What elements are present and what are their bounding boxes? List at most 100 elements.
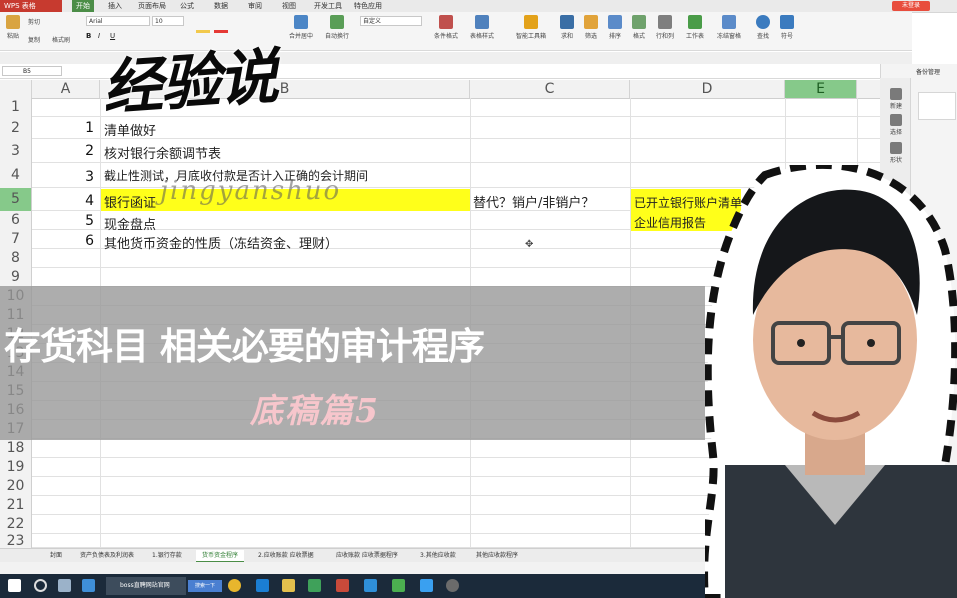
sheet-tab-receivables[interactable]: 2.应收账款 应收票据	[252, 550, 320, 561]
search-circle-icon[interactable]	[34, 579, 47, 592]
sheet-tab-cover[interactable]: 封面	[44, 550, 68, 561]
windows-start-icon[interactable]	[8, 579, 21, 592]
rows-cols-icon	[658, 15, 672, 29]
row-header[interactable]: 5	[0, 188, 32, 211]
row-header[interactable]: 23	[0, 534, 32, 548]
folder-icon[interactable]	[282, 579, 295, 592]
find-button[interactable]: 查找	[752, 14, 774, 46]
column-header-a[interactable]: A	[32, 80, 100, 98]
browser-taskbar-item[interactable]: boss直聘网站官网	[106, 577, 186, 595]
wrap-text-button[interactable]: 自动换行	[320, 14, 354, 46]
bold-button[interactable]: B	[86, 32, 91, 40]
menu-tab-page-layout[interactable]: 页面布局	[134, 0, 170, 12]
worksheet-icon	[688, 15, 702, 29]
conditional-format-icon	[439, 15, 453, 29]
task-view-icon[interactable]	[58, 579, 71, 592]
wps-app-badge[interactable]: WPS 表格	[0, 0, 62, 12]
column-header-e[interactable]: E	[785, 80, 857, 98]
wps-taskbar-icon[interactable]	[308, 579, 321, 592]
rows-cols-button[interactable]: 行和列	[652, 14, 678, 46]
row-header[interactable]: 19	[0, 458, 32, 477]
sheet-tab-bank-deposit[interactable]: 1.银行存款	[146, 550, 188, 561]
italic-button[interactable]: I	[98, 32, 100, 40]
row-header[interactable]: 7	[0, 230, 32, 249]
sheet-tab-other-receivables-procedure[interactable]: 其他应收款程序	[470, 550, 524, 561]
conditional-format-button[interactable]: 条件格式	[430, 14, 462, 46]
row-header[interactable]: 20	[0, 477, 32, 496]
sigma-icon	[560, 15, 574, 29]
row-header[interactable]: 9	[0, 268, 32, 287]
menu-tab-developer[interactable]: 开发工具	[310, 0, 346, 12]
table-style-button[interactable]: 表格样式	[466, 14, 498, 46]
row-header[interactable]: 2	[0, 117, 32, 139]
number-format-select[interactable]: 自定义	[360, 16, 422, 26]
sheet-tab-other-receivables[interactable]: 3.其他应收款	[414, 550, 462, 561]
row-header[interactable]: 4	[0, 163, 32, 188]
wrap-icon	[330, 15, 344, 29]
smart-toolbox-button[interactable]: 智能工具箱	[512, 14, 550, 46]
copy-button[interactable]: 复制	[28, 35, 40, 44]
sheet-tab-balance-sheet[interactable]: 资产负债表及利润表	[74, 550, 140, 561]
font-size-select[interactable]: 10	[152, 16, 184, 26]
cell-a2: 1	[85, 120, 94, 136]
cell-a4: 3	[85, 169, 94, 185]
freeze-panes-button[interactable]: 冻结窗格	[712, 14, 746, 46]
row-header[interactable]: 6	[0, 211, 32, 230]
right-panel-title: 备份管理	[916, 69, 941, 76]
row-header[interactable]: 21	[0, 496, 32, 515]
menu-tab-home[interactable]: 开始	[72, 0, 94, 12]
shape-button[interactable]: 形状	[884, 142, 908, 164]
row-header[interactable]: 1	[0, 98, 32, 117]
new-icon	[890, 88, 902, 100]
select-all-corner[interactable]	[0, 80, 32, 98]
sort-button[interactable]: 排序	[604, 14, 626, 46]
menu-tab-formula[interactable]: 公式	[176, 0, 198, 12]
new-button[interactable]: 新建	[884, 88, 908, 110]
select-button[interactable]: 选择	[884, 114, 908, 136]
cell-a5: 4	[85, 193, 94, 209]
sum-button[interactable]: 求和	[556, 14, 578, 46]
file-thumbnail[interactable]	[918, 92, 956, 120]
row-header[interactable]: 22	[0, 515, 32, 534]
menu-tab-view[interactable]: 视图	[278, 0, 300, 12]
cut-button[interactable]: 剪切	[28, 17, 40, 26]
app-icon[interactable]	[364, 579, 377, 592]
mouse-cursor-icon: ✥	[525, 239, 534, 250]
eye-left	[797, 339, 805, 347]
search-button[interactable]: 搜索一下	[188, 580, 222, 592]
sort-icon	[608, 15, 622, 29]
recorder-icon[interactable]	[446, 579, 459, 592]
chrome-icon[interactable]	[228, 579, 241, 592]
filter-button[interactable]: 筛选	[580, 14, 602, 46]
worksheet-button[interactable]: 工作表	[682, 14, 708, 46]
row-header[interactable]: 8	[0, 249, 32, 268]
name-box[interactable]: B5	[2, 66, 62, 76]
sheet-tab-receivables-procedure[interactable]: 应收账款 应收票据程序	[330, 550, 404, 561]
format-button[interactable]: 格式	[628, 14, 650, 46]
format-painter-button[interactable]: 格式刷	[52, 35, 70, 44]
row-header[interactable]: 18	[0, 439, 32, 458]
symbol-button[interactable]: 符号	[776, 14, 798, 46]
qq-icon[interactable]	[420, 579, 433, 592]
menu-tab-special[interactable]: 特色应用	[350, 0, 386, 12]
login-button[interactable]: 未登录	[892, 1, 930, 11]
menu-tab-review[interactable]: 审阅	[244, 0, 266, 12]
cell-c5: 替代？销户/非销户？	[473, 196, 595, 211]
paste-button[interactable]: 粘贴	[2, 14, 24, 46]
table-style-icon	[475, 15, 489, 29]
wps-doc-icon[interactable]	[336, 579, 349, 592]
wechat-icon[interactable]	[392, 579, 405, 592]
menu-tab-data[interactable]: 数据	[210, 0, 232, 12]
column-header-d[interactable]: D	[630, 80, 785, 98]
channel-logo: 经验说	[100, 42, 279, 124]
column-header-c[interactable]: C	[470, 80, 630, 98]
font-name-select[interactable]: Arial	[86, 16, 150, 26]
store-icon[interactable]	[82, 579, 95, 592]
row-header[interactable]: 3	[0, 139, 32, 163]
ie-icon[interactable]	[256, 579, 269, 592]
freeze-icon	[722, 15, 736, 29]
menu-tab-insert[interactable]: 插入	[104, 0, 126, 12]
cell-a6: 5	[85, 213, 94, 229]
merge-center-button[interactable]: 合并居中	[284, 14, 318, 46]
select-icon	[890, 114, 902, 126]
